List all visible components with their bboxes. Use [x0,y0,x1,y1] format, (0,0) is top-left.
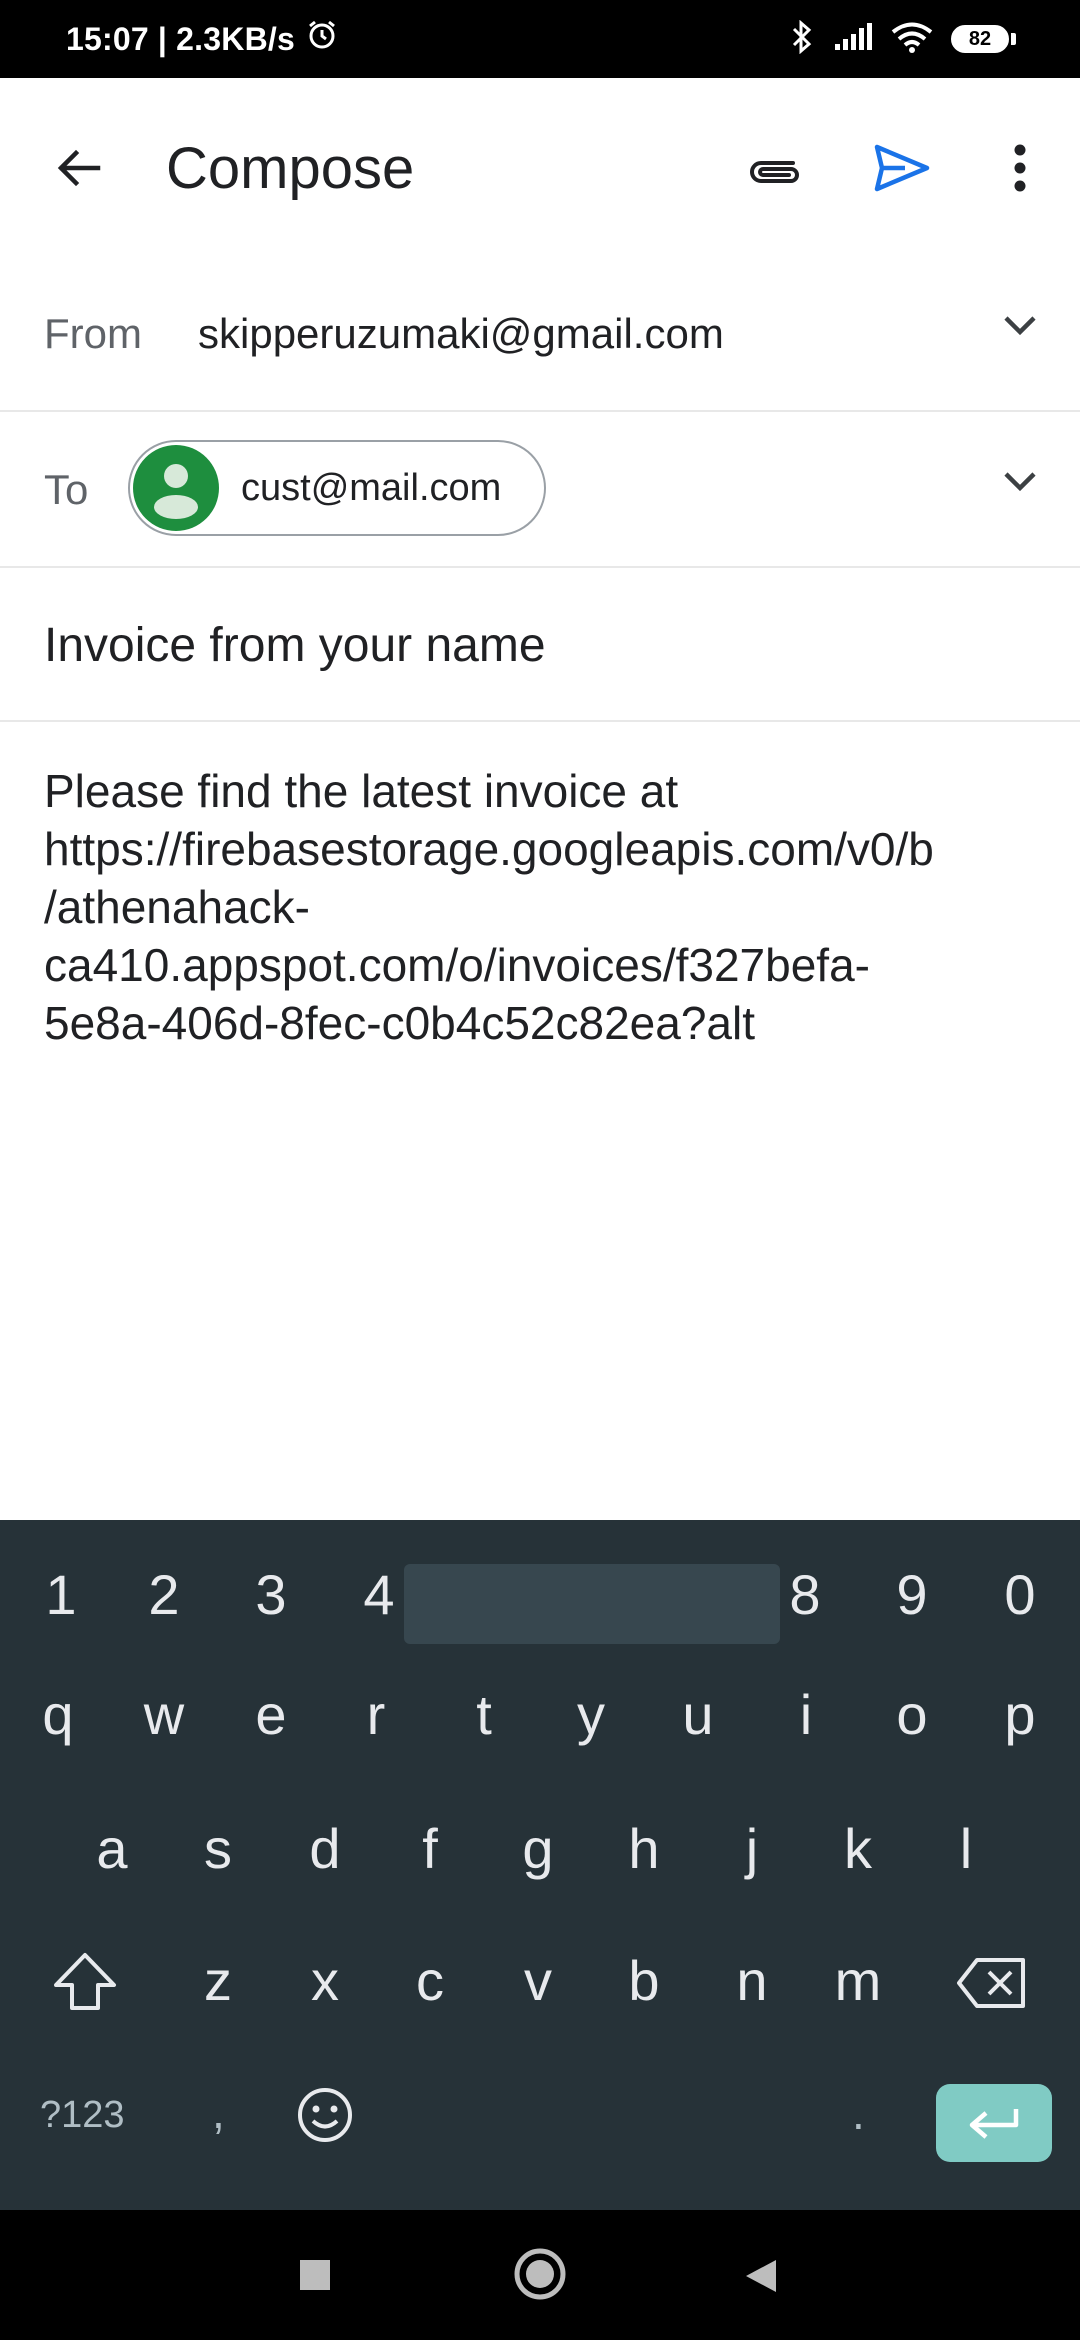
paperclip-icon [750,161,799,183]
from-label: From [44,310,142,357]
key-j[interactable]: j [702,1816,802,1881]
avatar [133,445,219,531]
body-field[interactable]: Please find the latest invoice at https:… [44,762,1044,1052]
key-e[interactable]: e [221,1682,321,1747]
key-i[interactable]: i [756,1682,856,1747]
key-2[interactable]: 2 [114,1562,214,1627]
body-line: 5e8a-406d-8fec-c0b4c52c82ea?alt [44,997,755,1049]
key-b[interactable]: b [594,1948,694,2013]
signal-icon [833,22,873,57]
subject-field[interactable]: Invoice from your name [0,566,1080,722]
navigation-bar [0,2210,1080,2340]
backspace-icon [957,1958,1025,2008]
key-q[interactable]: q [8,1682,108,1747]
status-left: 15:07 | 2.3KB/s [66,0,339,78]
body-line: https://firebasestorage.googleapis.com/v… [44,823,934,875]
chevron-down-icon[interactable] [1000,466,1040,501]
key-3[interactable]: 3 [221,1562,321,1627]
key-0[interactable]: 0 [970,1562,1070,1627]
battery-icon: 82 [951,25,1016,53]
key-t[interactable]: t [434,1682,534,1747]
status-bar: 15:07 | 2.3KB/s 82 [0,0,1080,78]
from-row[interactable]: From skipperuzumaki@gmail.com [0,258,1080,412]
key-f[interactable]: f [380,1816,480,1881]
symbols-key[interactable]: ?123 [40,2094,125,2137]
back-button[interactable] [40,130,116,206]
key-y[interactable]: y [541,1682,641,1747]
key-g[interactable]: g [488,1816,588,1881]
back-nav-button[interactable] [742,2258,778,2299]
shift-icon [54,1953,116,2010]
page-title: Compose [166,136,415,201]
key-z[interactable]: z [168,1948,268,2013]
key-9[interactable]: 9 [862,1562,962,1627]
key-n[interactable]: n [702,1948,802,2013]
key-m[interactable]: m [808,1948,908,2013]
enter-icon [969,2109,1019,2139]
key-a[interactable]: a [62,1816,162,1881]
send-icon [874,144,930,192]
home-circle-icon [514,2248,566,2300]
key-v[interactable]: v [488,1948,588,2013]
key-x[interactable]: x [275,1948,375,2013]
key-k[interactable]: k [808,1816,908,1881]
wifi-icon [891,21,933,58]
key-d[interactable]: d [275,1816,375,1881]
key-h[interactable]: h [594,1816,694,1881]
recipient-email: cust@mail.com [241,466,502,509]
backspace-key[interactable] [955,1956,1029,2015]
body-line: ca410.appspot.com/o/invoices/f327befa- [44,939,870,991]
key-1[interactable]: 1 [11,1562,111,1627]
body-line: /athenahack- [44,881,310,933]
body-line: Please find the latest invoice at [44,765,679,817]
back-arrow-icon [57,149,101,187]
key-l[interactable]: l [916,1816,1016,1881]
key-w[interactable]: w [114,1682,214,1747]
status-time-speed: 15:07 | 2.3KB/s [66,20,295,57]
square-icon [300,2260,330,2290]
emoji-key[interactable] [296,2086,354,2149]
status-right: 82 [789,0,1016,78]
key-o[interactable]: o [862,1682,962,1747]
comma-key[interactable]: , [212,2085,225,2139]
triangle-back-icon [746,2260,776,2292]
key-u[interactable]: u [648,1682,748,1747]
more-vert-icon [1014,144,1026,192]
key-r[interactable]: r [326,1682,426,1747]
chevron-down-icon[interactable] [1000,310,1040,345]
recipient-chip[interactable]: cust@mail.com [128,440,546,536]
battery-level: 82 [951,25,1009,53]
key-s[interactable]: s [168,1816,268,1881]
home-button[interactable] [512,2246,568,2307]
to-label: To [44,466,89,513]
shift-key[interactable] [50,1950,120,2019]
emoji-icon [298,2088,352,2142]
from-address: skipperuzumaki@gmail.com [198,310,724,357]
enter-key[interactable] [936,2084,1052,2162]
to-row[interactable]: To cust@mail.com [0,410,1080,568]
send-button[interactable] [862,130,942,206]
period-key[interactable]: . [852,2086,865,2140]
key-c[interactable]: c [380,1948,480,2013]
more-options-button[interactable] [990,130,1050,206]
key-p[interactable]: p [970,1682,1070,1747]
attach-button[interactable] [735,132,815,208]
bluetooth-icon [789,19,815,59]
person-icon [154,464,198,519]
space-bar[interactable] [404,1564,780,1644]
alarm-icon [305,18,339,60]
recents-button[interactable] [300,2260,330,2295]
subject-text: Invoice from your name [44,619,546,672]
